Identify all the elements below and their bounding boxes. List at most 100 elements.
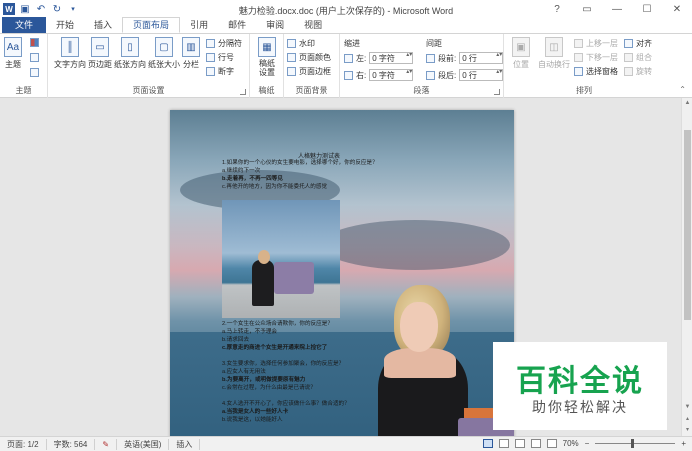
- title-bar: W ▣ ↶ ↻ ▾ 魅力检验.docx.doc (用户上次保存的) - Micr…: [0, 0, 692, 18]
- inline-photo[interactable]: [222, 200, 340, 318]
- wrap-text-button[interactable]: ◫ 自动换行: [538, 37, 570, 70]
- ribbon: Aa 主题 主题 ║ 文字方向 ▭ 页边距 ▯ 纸张方向 ▢ 纸张大小 ▥ 分栏…: [0, 34, 692, 98]
- bring-forward-label: 上移一层: [586, 39, 618, 48]
- page-borders-button[interactable]: 页面边框: [287, 66, 331, 77]
- group-paragraph: 缩进 间距 左: 0 字符 右: 0 字符 段前: 0 行 段后: 0 行: [340, 34, 504, 98]
- watermark-logo-sub: 助你轻松解决: [532, 400, 628, 416]
- photo-head: [258, 250, 270, 264]
- align-button[interactable]: 对齐: [624, 38, 652, 49]
- tab-references[interactable]: 引用: [180, 18, 218, 33]
- web-layout-view-icon[interactable]: [514, 439, 525, 448]
- manuscript-icon: ▦: [258, 37, 276, 57]
- selection-pane-button[interactable]: 选择窗格: [574, 66, 618, 77]
- indent-right-row: 右: 0 字符: [344, 69, 414, 81]
- tab-insert[interactable]: 插入: [84, 18, 122, 33]
- watermark-button[interactable]: 水印: [287, 38, 315, 49]
- text-direction-label: 文字方向: [54, 60, 86, 69]
- size-button[interactable]: ▢ 纸张大小: [148, 37, 180, 70]
- vertical-scrollbar[interactable]: ▲ ▼ ▴ ▾: [681, 98, 692, 436]
- position-icon: ▣: [512, 37, 530, 57]
- scroll-down-icon[interactable]: ▼: [682, 404, 692, 410]
- customize-icon[interactable]: ▾: [67, 3, 79, 15]
- position-button[interactable]: ▣ 位置: [512, 37, 530, 70]
- send-backward-button[interactable]: 下移一层: [574, 52, 618, 63]
- insert-mode-indicator[interactable]: 插入: [169, 438, 201, 450]
- tab-home[interactable]: 开始: [46, 18, 84, 33]
- word-icon[interactable]: W: [3, 3, 15, 15]
- theme-fonts-icon: [30, 53, 39, 62]
- hyphenation-button[interactable]: 断字: [206, 66, 234, 77]
- collapse-ribbon-icon[interactable]: ⌃: [679, 85, 686, 94]
- outline-view-icon[interactable]: [530, 439, 541, 448]
- draft-view-icon[interactable]: [546, 439, 557, 448]
- next-page-icon[interactable]: ▾: [682, 426, 692, 433]
- ribbon-display-icon[interactable]: ▭: [572, 0, 602, 18]
- page-setup-launcher-icon[interactable]: [240, 89, 246, 95]
- page-count[interactable]: 页面: 1/2: [0, 438, 47, 450]
- zoom-in-icon[interactable]: +: [681, 439, 686, 448]
- paragraph-launcher-icon[interactable]: [494, 89, 500, 95]
- site-watermark-logo: 百科全说 助你轻松解决: [493, 342, 667, 430]
- size-icon: ▢: [155, 37, 173, 57]
- breaks-label: 分隔符: [218, 39, 242, 48]
- save-icon[interactable]: ▣: [19, 3, 31, 15]
- spacing-after-field[interactable]: 0 行: [459, 69, 504, 81]
- line-numbers-label: 行号: [218, 53, 234, 62]
- document-line: a.继续约下一次: [222, 168, 261, 174]
- help-icon[interactable]: ?: [542, 0, 572, 18]
- group-button[interactable]: 组合: [624, 52, 652, 63]
- word-count[interactable]: 字数: 564: [47, 438, 96, 450]
- undo-icon[interactable]: ↶: [35, 3, 47, 15]
- tab-mailings[interactable]: 邮件: [218, 18, 256, 33]
- proofing-icon[interactable]: ✎: [95, 438, 118, 450]
- align-icon: [624, 39, 633, 48]
- margins-button[interactable]: ▭ 页边距: [88, 37, 112, 70]
- themes-button[interactable]: Aa 主题: [4, 37, 22, 70]
- columns-button[interactable]: ▥ 分栏: [182, 37, 200, 70]
- manuscript-button[interactable]: ▦ 稿纸设置: [257, 37, 277, 77]
- rotate-button[interactable]: 旋转: [624, 66, 652, 77]
- watermark-logo-main: 百科全说: [516, 364, 644, 399]
- orientation-label: 纸张方向: [114, 60, 146, 69]
- tab-page-layout[interactable]: 页面布局: [122, 17, 181, 33]
- zoom-level[interactable]: 70%: [563, 439, 579, 448]
- theme-effects-button[interactable]: [30, 68, 39, 77]
- indent-heading: 缩进: [344, 39, 360, 48]
- zoom-slider[interactable]: [595, 439, 676, 448]
- line-numbers-button[interactable]: 行号: [206, 52, 234, 63]
- theme-colors-button[interactable]: [30, 38, 39, 47]
- group-label-themes: 主题: [15, 86, 32, 95]
- tab-file[interactable]: 文件: [2, 17, 47, 33]
- page-color-button[interactable]: 页面颜色: [287, 52, 331, 63]
- close-button[interactable]: ✕: [662, 0, 692, 18]
- scroll-up-icon[interactable]: ▲: [682, 100, 692, 106]
- print-layout-view-icon[interactable]: [482, 439, 493, 448]
- page-color-label: 页面颜色: [299, 53, 331, 62]
- zoom-out-icon[interactable]: −: [585, 439, 590, 448]
- spacing-before-field[interactable]: 0 行: [459, 52, 504, 64]
- indent-left-label: 左:: [356, 53, 367, 63]
- theme-colors-icon: [30, 38, 39, 47]
- scrollbar-thumb[interactable]: [684, 130, 691, 320]
- spacing-before-icon: [426, 53, 435, 63]
- text-direction-button[interactable]: ║ 文字方向: [54, 37, 86, 70]
- orientation-button[interactable]: ▯ 纸张方向: [114, 37, 146, 70]
- tab-review[interactable]: 审阅: [256, 18, 294, 33]
- previous-page-icon[interactable]: ▴: [682, 415, 692, 422]
- theme-fonts-button[interactable]: [30, 53, 39, 62]
- language-indicator[interactable]: 英语(美国): [117, 438, 170, 450]
- tab-view[interactable]: 视图: [294, 18, 332, 33]
- indent-right-field[interactable]: 0 字符: [369, 69, 414, 81]
- bring-forward-button[interactable]: 上移一层: [574, 38, 618, 49]
- breaks-button[interactable]: 分隔符: [206, 38, 242, 49]
- hyphenation-label: 断字: [218, 67, 234, 76]
- document-line: 2.一个女生在公众场合请欺你，你的反应是？: [222, 321, 333, 327]
- rotate-label: 旋转: [636, 67, 652, 76]
- document-page[interactable]: 人格魅力测试表 1.如果你的一个心仪的女生要电影，选择哪个好，你的反应是？ a.继…: [170, 110, 514, 436]
- minimize-button[interactable]: —: [602, 0, 632, 18]
- manuscript-label: 稿纸设置: [259, 59, 275, 77]
- indent-left-field[interactable]: 0 字符: [369, 52, 414, 64]
- redo-icon[interactable]: ↻: [51, 3, 63, 15]
- maximize-button[interactable]: ☐: [632, 0, 662, 18]
- full-screen-view-icon[interactable]: [498, 439, 509, 448]
